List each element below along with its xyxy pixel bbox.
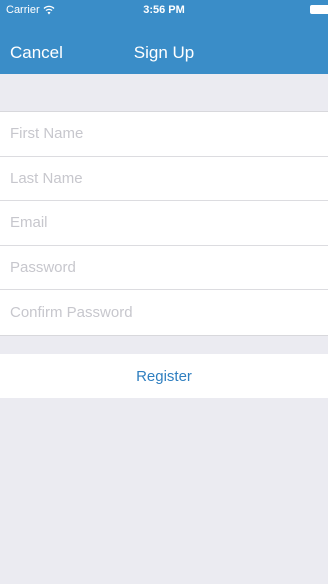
confirm-password-field[interactable] <box>0 290 328 335</box>
register-row: Register <box>0 354 328 398</box>
register-button[interactable]: Register <box>136 368 192 385</box>
battery-icon <box>310 5 328 14</box>
password-field[interactable] <box>0 245 328 291</box>
last-name-field[interactable] <box>0 156 328 202</box>
email-field[interactable] <box>0 201 328 246</box>
header: Carrier 3:56 PM Cancel Sign Up <box>0 0 328 74</box>
sign-up-form <box>0 111 328 336</box>
status-bar: Carrier 3:56 PM <box>0 0 328 20</box>
first-name-field[interactable] <box>0 112 328 157</box>
nav-bar: Cancel Sign Up <box>0 20 328 74</box>
page-title: Sign Up <box>133 43 195 62</box>
clock: 3:56 PM <box>143 4 185 16</box>
